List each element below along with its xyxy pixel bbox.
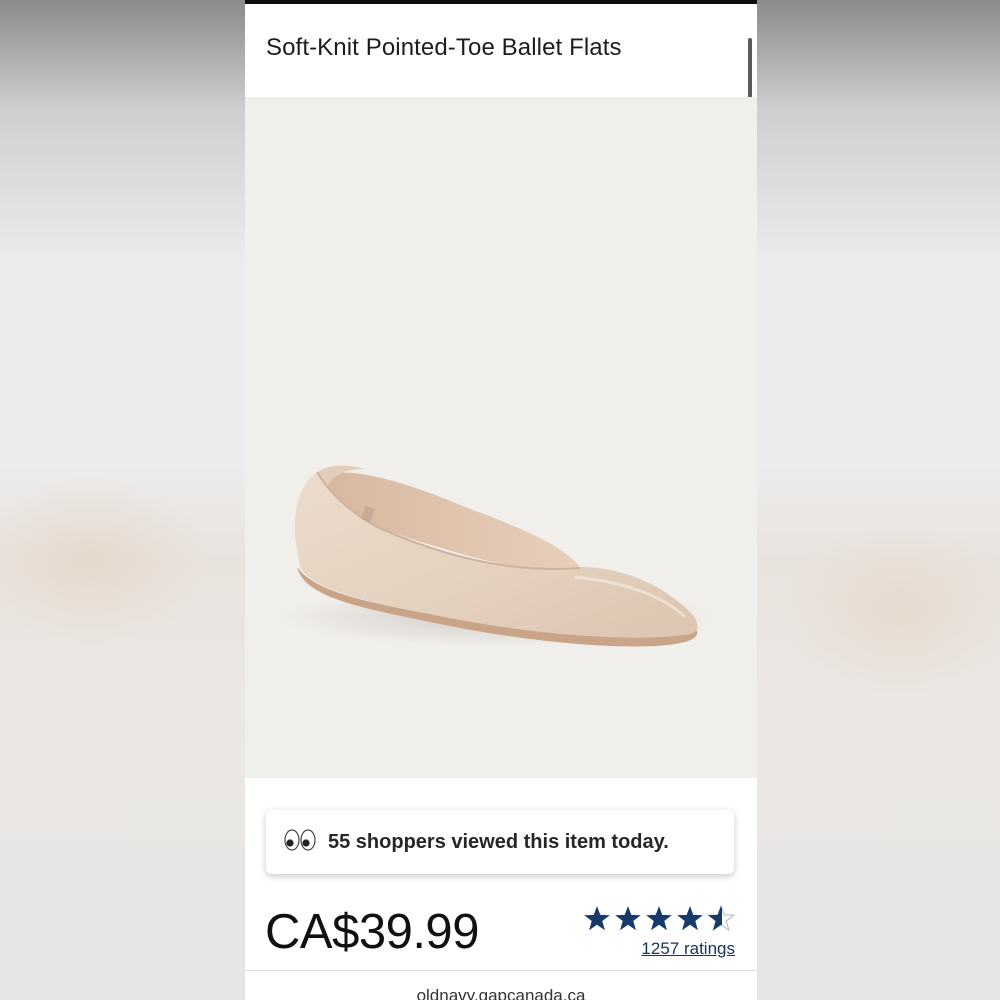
- star-icon: [615, 906, 641, 931]
- star-icon: [646, 906, 672, 931]
- site-url: oldnavy.gapcanada.ca: [416, 986, 586, 1000]
- viewers-count-text: 55 shoppers viewed this item today.: [328, 831, 669, 853]
- divider: [245, 970, 757, 971]
- eyes-icon: [284, 829, 316, 851]
- viewers-banner: 55 shoppers viewed this item today.: [266, 810, 734, 874]
- star-icon: [677, 906, 703, 931]
- shoe-image: [275, 465, 715, 647]
- product-price: CA$39.99: [265, 905, 479, 959]
- top-bar: [245, 0, 757, 4]
- product-image[interactable]: [245, 97, 757, 778]
- star-icon: [584, 906, 610, 931]
- product-title: Soft-Knit Pointed-Toe Ballet Flats: [266, 34, 622, 61]
- star-rating: [584, 904, 736, 932]
- product-page: Soft-Knit Pointed-Toe Ballet Flats 55 sh…: [245, 0, 757, 1000]
- ratings-link[interactable]: 1257 ratings: [641, 939, 735, 959]
